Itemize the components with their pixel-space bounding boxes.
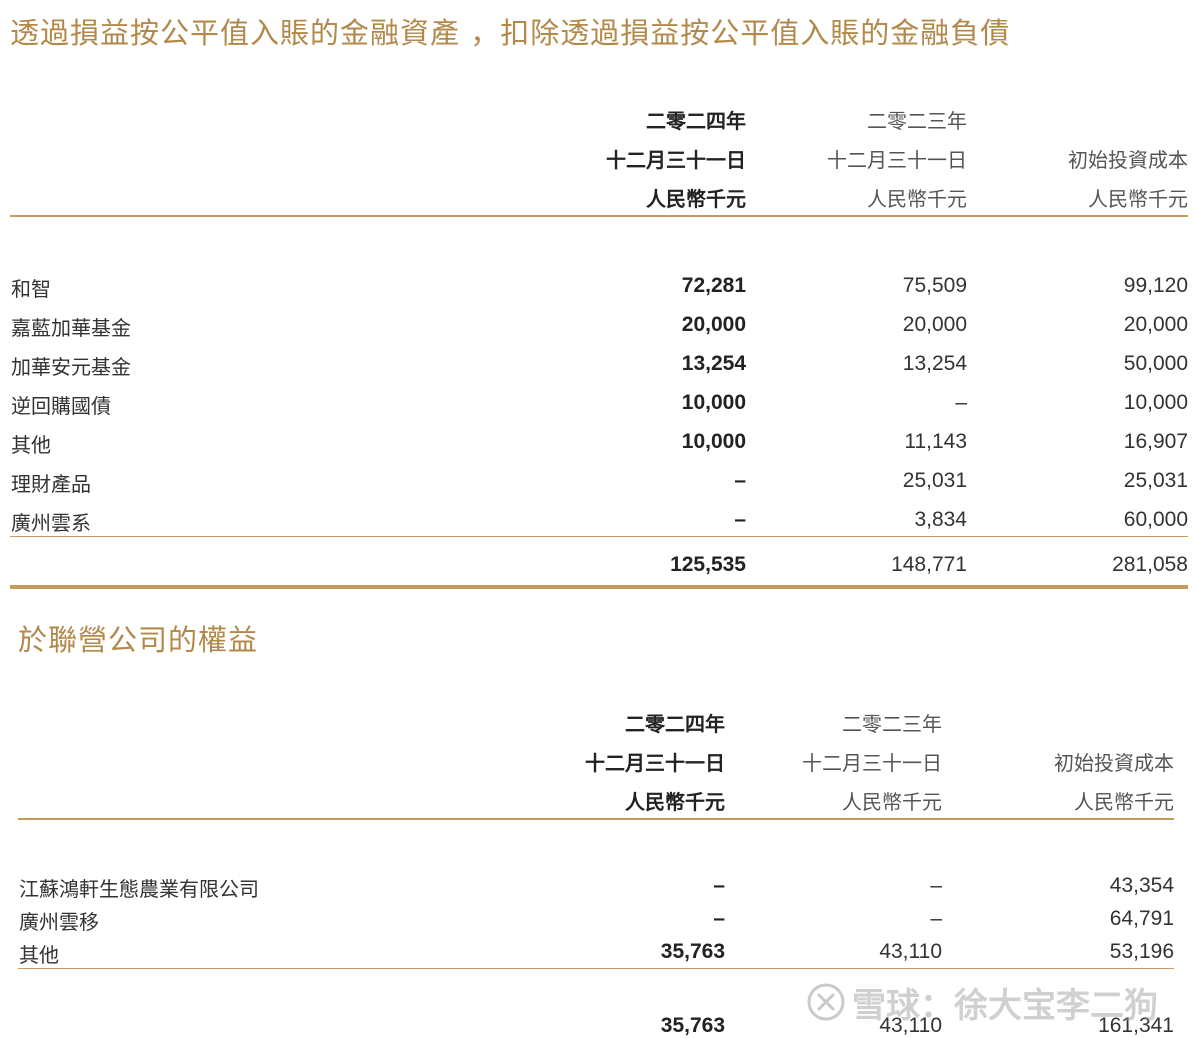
row-label: 理財產品 bbox=[11, 472, 91, 496]
header-cost: 初始投資成本 bbox=[1068, 148, 1188, 172]
value-cost: 16,907 bbox=[1123, 430, 1188, 453]
value-2023: – bbox=[930, 907, 942, 930]
header-date: 十二月三十一日 bbox=[606, 148, 746, 172]
value-2024: 72,281 bbox=[681, 274, 746, 297]
header-year: 二零二三年 bbox=[842, 712, 942, 736]
header-date: 十二月三十一日 bbox=[802, 751, 942, 775]
row-label: 和智 bbox=[11, 277, 51, 301]
value-cost: 25,031 bbox=[1123, 469, 1188, 492]
value-2023: 25,031 bbox=[902, 469, 967, 492]
row-label: 廣州雲移 bbox=[19, 910, 99, 934]
value-2024: 10,000 bbox=[681, 391, 746, 414]
value-cost: 50,000 bbox=[1123, 352, 1188, 375]
value-2024: 13,254 bbox=[681, 352, 746, 375]
row-label: 嘉藍加華基金 bbox=[11, 316, 131, 340]
section-title-associates: 於聯營公司的權益 bbox=[18, 623, 259, 657]
value-2024: – bbox=[734, 469, 746, 492]
value-2024: – bbox=[734, 508, 746, 531]
watermark-text: 雪球：徐大宝李二狗 bbox=[852, 985, 1158, 1026]
value-2024: 10,000 bbox=[681, 430, 746, 453]
value-cost: 53,196 bbox=[1109, 940, 1174, 963]
section-title-fvtpl: 透過損益按公平值入賬的金融資產 ，扣除透過損益按公平值入賬的金融負債 bbox=[10, 16, 1011, 50]
value-cost: 64,791 bbox=[1109, 907, 1174, 930]
value-2024: 20,000 bbox=[681, 313, 746, 336]
row-label: 江蘇鴻軒生態農業有限公司 bbox=[19, 877, 259, 901]
header-divider bbox=[18, 818, 1174, 820]
value-2023: 13,254 bbox=[902, 352, 967, 375]
value-2024: 35,763 bbox=[660, 940, 725, 963]
header-date: 十二月三十一日 bbox=[827, 148, 967, 172]
value-2024: – bbox=[713, 907, 725, 930]
row-label: 其他 bbox=[19, 943, 59, 967]
value-2023: – bbox=[930, 874, 942, 897]
header-year: 二零二四年 bbox=[625, 712, 725, 736]
value-2023: 11,143 bbox=[904, 430, 967, 453]
section-end-rule bbox=[10, 585, 1188, 589]
header-unit: 人民幣千元 bbox=[646, 187, 746, 211]
value-2023: 20,000 bbox=[902, 313, 967, 336]
header-cost: 初始投資成本 bbox=[1054, 751, 1174, 775]
header-unit: 人民幣千元 bbox=[625, 790, 725, 814]
total-2024: 125,535 bbox=[670, 553, 746, 576]
subtotal-divider bbox=[18, 968, 1174, 969]
row-label: 逆回購國債 bbox=[11, 394, 111, 418]
header-date: 十二月三十一日 bbox=[585, 751, 725, 775]
row-label: 其他 bbox=[11, 433, 51, 457]
total-2023: 148,771 bbox=[891, 553, 967, 576]
value-cost: 20,000 bbox=[1123, 313, 1188, 336]
watermark: 雪球：徐大宝李二狗 bbox=[806, 976, 1186, 1028]
value-2024: – bbox=[713, 874, 725, 897]
total-cost: 281,058 bbox=[1112, 553, 1188, 576]
value-cost: 10,000 bbox=[1123, 391, 1188, 414]
header-unit: 人民幣千元 bbox=[842, 790, 942, 814]
header-year: 二零二四年 bbox=[646, 109, 746, 133]
subtotal-divider bbox=[10, 536, 1188, 537]
value-cost: 60,000 bbox=[1123, 508, 1188, 531]
value-2023: 43,110 bbox=[879, 940, 942, 963]
row-label: 加華安元基金 bbox=[11, 355, 131, 379]
header-year: 二零二三年 bbox=[867, 109, 967, 133]
value-cost: 43,354 bbox=[1109, 874, 1174, 897]
value-2023: 3,834 bbox=[914, 508, 967, 531]
value-2023: 75,509 bbox=[902, 274, 967, 297]
header-divider bbox=[10, 215, 1188, 217]
header-unit: 人民幣千元 bbox=[867, 187, 967, 211]
total-2024: 35,763 bbox=[660, 1014, 725, 1037]
snowball-logo-icon bbox=[807, 983, 845, 1021]
row-label: 廣州雲系 bbox=[11, 511, 91, 535]
header-unit: 人民幣千元 bbox=[1088, 187, 1188, 211]
value-2023: – bbox=[955, 391, 967, 414]
value-cost: 99,120 bbox=[1123, 274, 1188, 297]
header-unit: 人民幣千元 bbox=[1074, 790, 1174, 814]
